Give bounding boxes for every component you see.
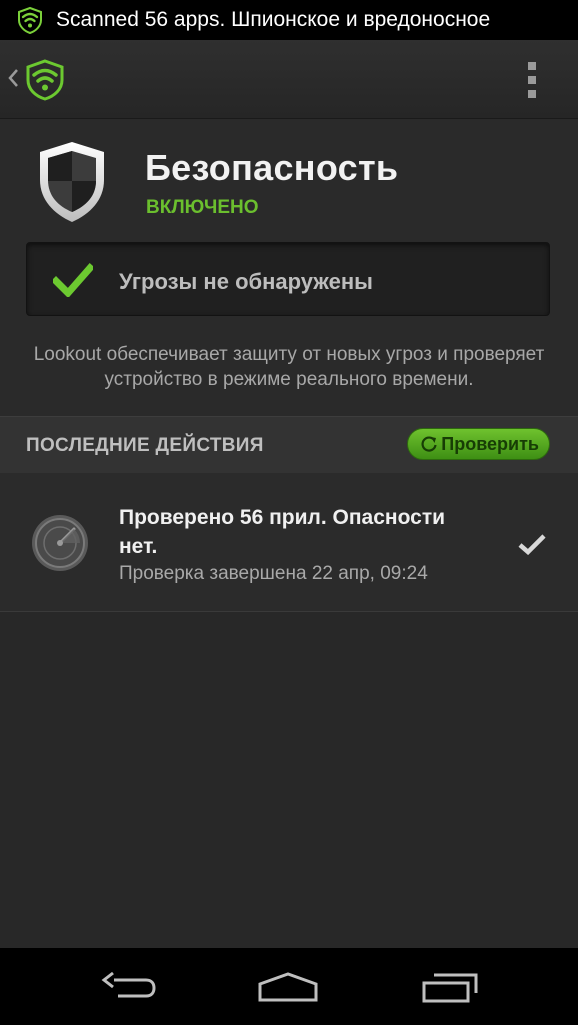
- section-title: ПОСЛЕДНИЕ ДЕЙСТВИЯ: [26, 435, 264, 456]
- scan-button[interactable]: Проверить: [407, 428, 550, 460]
- chevron-left-icon[interactable]: [6, 62, 20, 94]
- radar-icon: [30, 513, 90, 573]
- lookout-logo-icon[interactable]: [24, 59, 66, 101]
- empty-list-area: [0, 612, 578, 948]
- lookout-shield-icon: [16, 6, 44, 34]
- home-icon[interactable]: [256, 970, 320, 1004]
- shield-icon: [36, 140, 108, 224]
- recents-icon[interactable]: [420, 969, 480, 1005]
- threat-status-panel: Угрозы не обнаружены: [26, 242, 550, 316]
- status-badge: ВКЛЮЧЕНО: [146, 197, 259, 218]
- action-bar: [0, 40, 578, 119]
- check-icon: [518, 533, 546, 556]
- notification-text: Scanned 56 apps. Шпионское и вредоносное: [56, 8, 491, 31]
- navigation-bar: [0, 948, 578, 1025]
- description-text: Lookout обеспечивает защиту от новых угр…: [33, 344, 545, 390]
- refresh-icon: [420, 435, 438, 453]
- activity-title: Проверено 56 прил. Опасности нет.: [119, 506, 446, 558]
- threat-status-text: Угрозы не обнаружены: [119, 269, 373, 294]
- list-item[interactable]: Проверено 56 прил. Опасности нет. Провер…: [0, 473, 578, 612]
- back-icon[interactable]: [98, 970, 158, 1004]
- screen: Scanned 56 apps. Шпионское и вредоносное: [0, 0, 578, 1025]
- security-header: Безопасность ВКЛЮЧЕНО: [0, 118, 578, 238]
- status-bar: Scanned 56 apps. Шпионское и вредоносное: [0, 0, 578, 40]
- activity-subtitle: Проверка завершена 22 апр, 09:24: [119, 563, 428, 584]
- overflow-menu-icon[interactable]: [528, 62, 538, 98]
- page-title: Безопасность: [145, 147, 399, 188]
- check-icon: [51, 263, 95, 299]
- recent-actions-header: ПОСЛЕДНИЕ ДЕЙСТВИЯ Проверить: [0, 416, 578, 474]
- scan-button-label: Проверить: [441, 433, 539, 454]
